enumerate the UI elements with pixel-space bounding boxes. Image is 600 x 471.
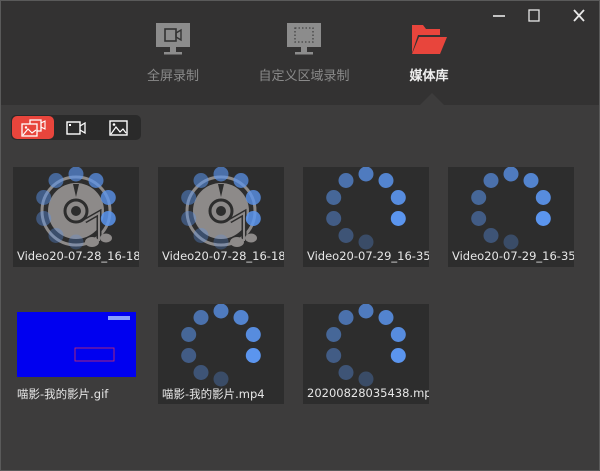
spinner-dot [181, 211, 197, 226]
app-window: 全屏录制 自定义区域录制 媒体库 Video20-07-28_16-18- Vi… [0, 0, 600, 471]
monitor-region-icon [287, 23, 321, 55]
media-item[interactable]: Video20-07-29_16-35- [448, 167, 574, 267]
media-filter-group [11, 115, 141, 140]
spinner-dot [193, 173, 209, 188]
maximize-button[interactable] [522, 5, 546, 27]
nav-region-record[interactable]: 自定义区域录制 [244, 21, 364, 84]
spinner-dot [88, 173, 104, 188]
watermark-logo [108, 316, 130, 320]
spinner-dot [181, 348, 197, 363]
spinner-dot [181, 190, 197, 205]
nav-media-library[interactable]: 媒体库 [369, 21, 489, 84]
nav-label: 全屏录制 [146, 69, 199, 84]
spinner-dot [378, 173, 394, 188]
media-name: Video20-07-28_16-18- [162, 249, 284, 263]
close-icon [573, 9, 585, 22]
media-item[interactable]: Video20-07-29_16-35- [303, 167, 429, 267]
spinner-dot [48, 173, 64, 188]
spinner-dot [68, 234, 84, 250]
spinner-dot [358, 304, 374, 319]
spinner-dot [245, 327, 261, 342]
spinner-dot [100, 211, 116, 226]
media-name: Video20-07-29_16-35- [452, 249, 574, 263]
maximize-icon [528, 9, 540, 22]
nav-label: 媒体库 [409, 69, 449, 84]
spinner-dot [483, 173, 499, 188]
spinner-dot [245, 190, 261, 205]
header: 全屏录制 自定义区域录制 媒体库 [1, 1, 599, 105]
media-name: Video20-07-29_16-35- [307, 249, 429, 263]
spinner-dot [338, 228, 354, 243]
spinner-dot [193, 228, 209, 243]
spinner-dot [358, 167, 374, 182]
spinner-dot [100, 190, 116, 205]
spinner-dot [213, 167, 229, 182]
filter-image-button[interactable] [98, 116, 140, 139]
spinner-dot [213, 234, 229, 250]
media-item[interactable]: Video20-07-28_16-18- [158, 167, 284, 267]
spinner-dot [535, 211, 551, 226]
media-item[interactable]: Video20-07-28_16-18- [13, 167, 139, 267]
spinner-dot [483, 228, 499, 243]
all-media-icon [21, 118, 46, 137]
spinner-dot [36, 211, 52, 226]
spinner-dot [326, 348, 342, 363]
spinner-dot [358, 371, 374, 387]
minimize-button[interactable] [487, 5, 511, 27]
spinner-dot [68, 167, 84, 182]
spinner-dot [326, 327, 342, 342]
spinner-dot [245, 211, 261, 226]
spinner-dot [326, 190, 342, 205]
minimize-icon [493, 15, 505, 17]
spinner-dot [471, 190, 487, 205]
spinner-dot [193, 310, 209, 325]
spinner-dot [503, 234, 519, 250]
spinner-dot [358, 234, 374, 250]
media-item[interactable]: 喵影-我的影片.gif [13, 304, 139, 404]
spinner-dot [390, 190, 406, 205]
spinner-dot [338, 365, 354, 380]
spinner-dot [48, 228, 64, 243]
spinner-dot [378, 310, 394, 325]
media-name: Video20-07-28_16-18- [17, 249, 139, 263]
folder-open-icon [412, 25, 447, 54]
nav-label: 自定义区域录制 [258, 69, 350, 84]
media-name: 喵影-我的影片.gif [17, 387, 109, 401]
spinner-dot [213, 304, 229, 319]
spinner-dot [213, 371, 229, 387]
spinner-dot [390, 327, 406, 342]
close-button[interactable] [567, 5, 591, 27]
spinner-dot [535, 190, 551, 205]
spinner-dot [181, 327, 197, 342]
spinner-dot [523, 173, 539, 188]
active-tab-pointer [419, 93, 445, 106]
filter-all-button[interactable] [12, 116, 54, 139]
spinner-dot [326, 211, 342, 226]
spinner-dot [390, 348, 406, 363]
spinner-dot [245, 348, 261, 363]
spinner-dot [36, 190, 52, 205]
spinner-dot [233, 310, 249, 325]
spinner-dot [233, 173, 249, 188]
spinner-dot [193, 365, 209, 380]
spinner-dot [471, 211, 487, 226]
spinner-dot [503, 167, 519, 182]
spinner-dot [390, 211, 406, 226]
media-name: 喵影-我的影片.mp4 [162, 387, 265, 401]
media-item[interactable]: 20200828035438.mp4 [303, 304, 429, 404]
gif-preview [17, 312, 136, 377]
spinner-dot [338, 173, 354, 188]
video-icon [66, 120, 86, 135]
media-item[interactable]: 喵影-我的影片.mp4 [158, 304, 284, 404]
nav-fullscreen-record[interactable]: 全屏录制 [113, 21, 233, 84]
spinner-dot [338, 310, 354, 325]
monitor-camera-icon [156, 23, 190, 55]
media-name: 20200828035438.mp4 [307, 386, 429, 400]
image-icon [109, 119, 128, 136]
filter-video-button[interactable] [55, 116, 97, 139]
